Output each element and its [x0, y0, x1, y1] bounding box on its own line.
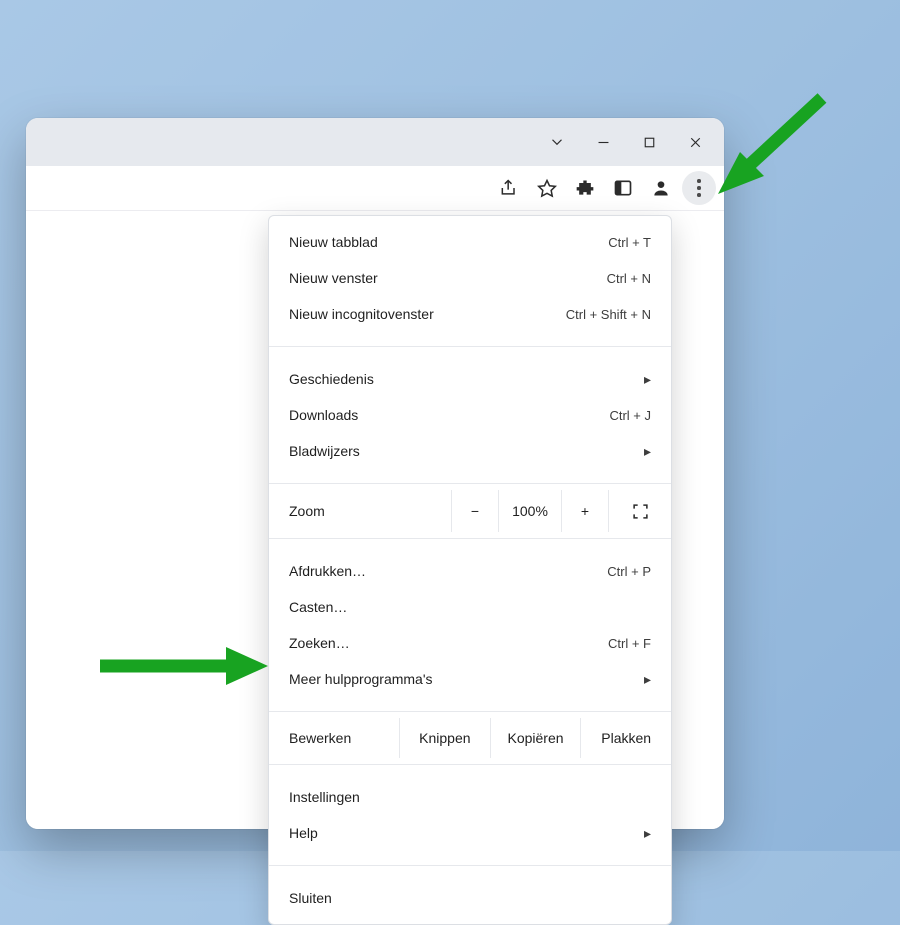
- menu-label: Casten…: [289, 599, 651, 615]
- menu-label: Bewerken: [269, 718, 399, 758]
- menu-item-edit: Bewerken Knippen Kopiëren Plakken: [269, 718, 671, 758]
- share-icon[interactable]: [492, 171, 526, 205]
- menu-item-bookmarks[interactable]: Bladwijzers ▸: [269, 433, 671, 477]
- more-vertical-icon: [697, 179, 701, 197]
- menu-item-new-tab[interactable]: Nieuw tabblad Ctrl + T: [269, 216, 671, 260]
- menu-label: Zoom: [269, 503, 451, 519]
- chrome-main-menu: Nieuw tabblad Ctrl + T Nieuw venster Ctr…: [268, 215, 672, 925]
- menu-label: Afdrukken…: [289, 563, 607, 579]
- tab-search-button[interactable]: [534, 119, 580, 165]
- edit-paste-button[interactable]: Plakken: [580, 718, 671, 758]
- menu-item-downloads[interactable]: Downloads Ctrl + J: [269, 397, 671, 433]
- menu-shortcut: Ctrl + P: [607, 564, 651, 579]
- menu-label: Instellingen: [289, 789, 651, 805]
- profile-icon[interactable]: [644, 171, 678, 205]
- menu-label: Bladwijzers: [289, 443, 644, 459]
- menu-item-history[interactable]: Geschiedenis ▸: [269, 353, 671, 397]
- menu-label: Zoeken…: [289, 635, 608, 651]
- menu-separator: [269, 346, 671, 347]
- menu-shortcut: Ctrl + N: [607, 271, 651, 286]
- menu-label: Downloads: [289, 407, 609, 423]
- minimize-button[interactable]: [580, 119, 626, 165]
- submenu-arrow-icon: ▸: [644, 825, 651, 842]
- annotation-arrow-left: [100, 641, 280, 691]
- menu-item-settings[interactable]: Instellingen: [269, 771, 671, 815]
- menu-item-help[interactable]: Help ▸: [269, 815, 671, 859]
- zoom-in-button[interactable]: +: [561, 490, 608, 532]
- menu-label: Geschiedenis: [289, 371, 644, 387]
- menu-shortcut: Ctrl + T: [608, 235, 651, 250]
- submenu-arrow-icon: ▸: [644, 671, 651, 688]
- menu-shortcut: Ctrl + Shift + N: [566, 307, 651, 322]
- menu-separator: [269, 538, 671, 539]
- menu-item-new-incognito[interactable]: Nieuw incognitovenster Ctrl + Shift + N: [269, 296, 671, 340]
- menu-label: Sluiten: [289, 890, 651, 906]
- menu-item-exit[interactable]: Sluiten: [269, 872, 671, 924]
- menu-label: Nieuw tabblad: [289, 234, 608, 250]
- maximize-button[interactable]: [626, 119, 672, 165]
- edit-copy-button[interactable]: Kopiëren: [490, 718, 581, 758]
- submenu-arrow-icon: ▸: [644, 371, 651, 388]
- menu-item-new-window[interactable]: Nieuw venster Ctrl + N: [269, 260, 671, 296]
- menu-item-print[interactable]: Afdrukken… Ctrl + P: [269, 545, 671, 589]
- side-panel-icon[interactable]: [606, 171, 640, 205]
- menu-separator: [269, 483, 671, 484]
- extensions-icon[interactable]: [568, 171, 602, 205]
- menu-item-more-tools[interactable]: Meer hulpprogramma's ▸: [269, 661, 671, 705]
- menu-label: Nieuw incognitovenster: [289, 306, 566, 322]
- edit-cut-button[interactable]: Knippen: [399, 718, 490, 758]
- menu-item-zoom: Zoom − 100% +: [269, 490, 671, 532]
- menu-separator: [269, 865, 671, 866]
- annotation-arrow-top: [702, 90, 832, 210]
- menu-label: Meer hulpprogramma's: [289, 671, 644, 687]
- submenu-arrow-icon: ▸: [644, 443, 651, 460]
- bookmark-star-icon[interactable]: [530, 171, 564, 205]
- tab-strip: [26, 118, 724, 166]
- menu-item-cast[interactable]: Casten…: [269, 589, 671, 625]
- menu-separator: [269, 711, 671, 712]
- menu-label: Help: [289, 825, 644, 841]
- fullscreen-button[interactable]: [608, 490, 671, 532]
- menu-item-find[interactable]: Zoeken… Ctrl + F: [269, 625, 671, 661]
- zoom-value: 100%: [498, 490, 561, 532]
- menu-label: Nieuw venster: [289, 270, 607, 286]
- zoom-out-button[interactable]: −: [451, 490, 498, 532]
- menu-separator: [269, 764, 671, 765]
- toolbar: [26, 166, 724, 211]
- menu-shortcut: Ctrl + F: [608, 636, 651, 651]
- menu-shortcut: Ctrl + J: [609, 408, 651, 423]
